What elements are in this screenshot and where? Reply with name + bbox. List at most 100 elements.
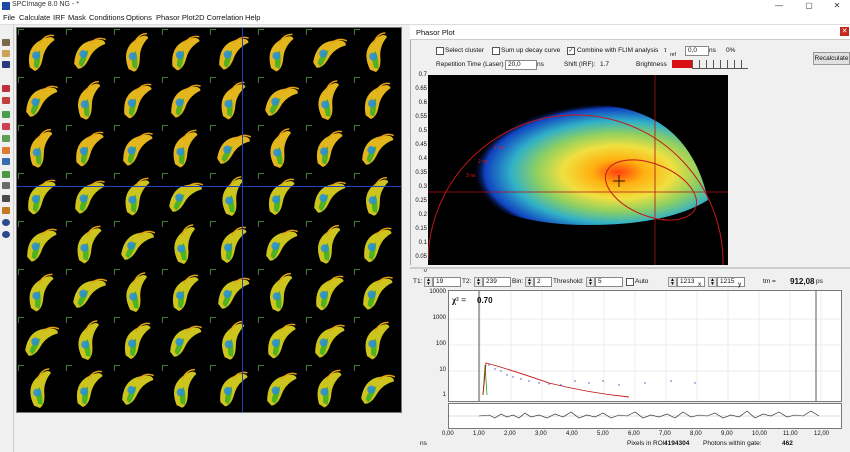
select-cluster-label: Select cluster [445, 47, 485, 54]
menu-help[interactable]: Help [245, 13, 260, 22]
menu-options[interactable]: Options [126, 13, 152, 22]
tile-corner [354, 173, 360, 179]
tile-corner [162, 77, 168, 83]
save-icon[interactable] [2, 61, 10, 68]
panel-splitter[interactable] [410, 267, 850, 269]
tm-value: 912,08 [790, 277, 815, 286]
pixels-label: Pixels in ROI: [627, 440, 667, 447]
draw-icon[interactable] [2, 123, 10, 130]
phasor-close-icon[interactable]: ✕ [840, 27, 849, 36]
image-tile [209, 172, 257, 220]
color-icon[interactable] [2, 147, 10, 154]
threshold-input[interactable]: 5 [595, 277, 623, 287]
maximize-icon[interactable]: ▢ [798, 0, 820, 12]
sum-decay-checkbox[interactable] [492, 47, 500, 55]
t2-input[interactable]: 239 [483, 277, 511, 287]
layout-icon[interactable] [2, 171, 10, 178]
auto-checkbox[interactable] [626, 278, 634, 286]
tile-corner [306, 317, 312, 323]
open-folder-icon[interactable] [2, 50, 10, 57]
decay-plot[interactable]: χ² = 0.70 [448, 290, 842, 402]
residual-plot [448, 403, 842, 429]
image-tile [305, 268, 353, 316]
x-spinner[interactable]: ▲ ▼ [668, 277, 677, 287]
rep-time-input[interactable]: 20,0 [505, 60, 537, 70]
image-tile [257, 124, 305, 172]
recalculate-button[interactable]: Recalculate [813, 52, 850, 65]
tref-input[interactable]: 0,0 [685, 46, 709, 56]
tref-unit: ns [709, 47, 716, 54]
tile-corner [210, 77, 216, 83]
tm-label: tm = [763, 278, 776, 285]
threshold-spinner[interactable]: ▲ ▼ [586, 277, 595, 287]
tile-corner [114, 221, 120, 227]
phasor-ytick: 0.35 [415, 170, 427, 176]
phasor-ytick: 0.45 [415, 142, 427, 148]
bin-input[interactable]: 2 [534, 277, 552, 287]
image-tile [65, 364, 113, 412]
new-icon[interactable] [2, 39, 10, 46]
select-cluster-checkbox[interactable] [436, 47, 444, 55]
tile-corner [114, 77, 120, 83]
brightness-slider-fill[interactable] [672, 60, 692, 68]
lock-icon[interactable] [2, 85, 10, 92]
image-tile [161, 172, 209, 220]
image-tile [353, 364, 401, 412]
phasor-plot[interactable]: 3 ns 2 ns 1 ns [428, 75, 728, 265]
photons-label: Photons within gate: [703, 440, 762, 447]
rep-time-label: Repetition Time (Laser) : [436, 61, 508, 68]
image-tile [257, 220, 305, 268]
flim-image-panel[interactable] [16, 27, 402, 413]
menu-file[interactable]: File [3, 13, 15, 22]
combine-flim-label: Combine with FLIM analysis [577, 47, 659, 54]
phasor-ytick: 0.55 [415, 114, 427, 120]
menu-mask[interactable]: Mask [68, 13, 86, 22]
t2-spinner[interactable]: ▲ ▼ [474, 277, 483, 287]
phasor-ytick: 0.3 [418, 184, 427, 190]
image-tile [113, 364, 161, 412]
decay-xtick: 6,00 [628, 431, 640, 437]
image-tile [161, 316, 209, 364]
tile-corner [18, 173, 24, 179]
image-tile [113, 76, 161, 124]
bin-spinner[interactable]: ▲ ▼ [525, 277, 534, 287]
tile-corner [354, 317, 360, 323]
image-tile [305, 220, 353, 268]
t1-input[interactable]: 19 [433, 277, 461, 287]
print-icon[interactable] [2, 195, 10, 202]
tile-corner [210, 317, 216, 323]
menu-calculate[interactable]: Calculate [19, 13, 50, 22]
brightness-slider-track[interactable] [692, 60, 748, 69]
image-tile [257, 316, 305, 364]
zoom-in-icon[interactable] [2, 219, 10, 226]
tm-unit: ps [816, 278, 823, 285]
menu-2d-correlation[interactable]: 2D Correlation [195, 13, 243, 22]
image-tile [161, 364, 209, 412]
t1-label: T1: [413, 278, 423, 285]
mask-icon[interactable] [2, 111, 10, 118]
close-icon[interactable]: ✕ [826, 0, 848, 12]
zoom-out-icon[interactable] [2, 231, 10, 238]
grid-icon[interactable] [2, 182, 10, 189]
menu-phasor-plot[interactable]: Phasor Plot [156, 13, 195, 22]
tile-corner [258, 221, 264, 227]
decay-xtick: 5,00 [597, 431, 609, 437]
unlock-icon[interactable] [2, 97, 10, 104]
decay-xtick: 0,00 [442, 431, 454, 437]
lamp-icon[interactable] [2, 207, 10, 214]
tile-corner [210, 365, 216, 371]
phasor-ytick: 0.05 [415, 254, 427, 260]
tile-corner [114, 173, 120, 179]
t1-spinner[interactable]: ▲ ▼ [424, 277, 433, 287]
menu-conditions[interactable]: Conditions [89, 13, 124, 22]
region-icon[interactable] [2, 135, 10, 142]
combine-flim-checkbox[interactable]: ✓ [567, 47, 575, 55]
image-icon[interactable] [2, 158, 10, 165]
menu-irf[interactable]: IRF [53, 13, 65, 22]
minimize-icon[interactable]: — [768, 0, 790, 12]
tile-corner [114, 365, 120, 371]
tile-corner [306, 365, 312, 371]
image-tile [161, 220, 209, 268]
tile-corner [66, 317, 72, 323]
y-spinner[interactable]: ▲ ▼ [708, 277, 717, 287]
